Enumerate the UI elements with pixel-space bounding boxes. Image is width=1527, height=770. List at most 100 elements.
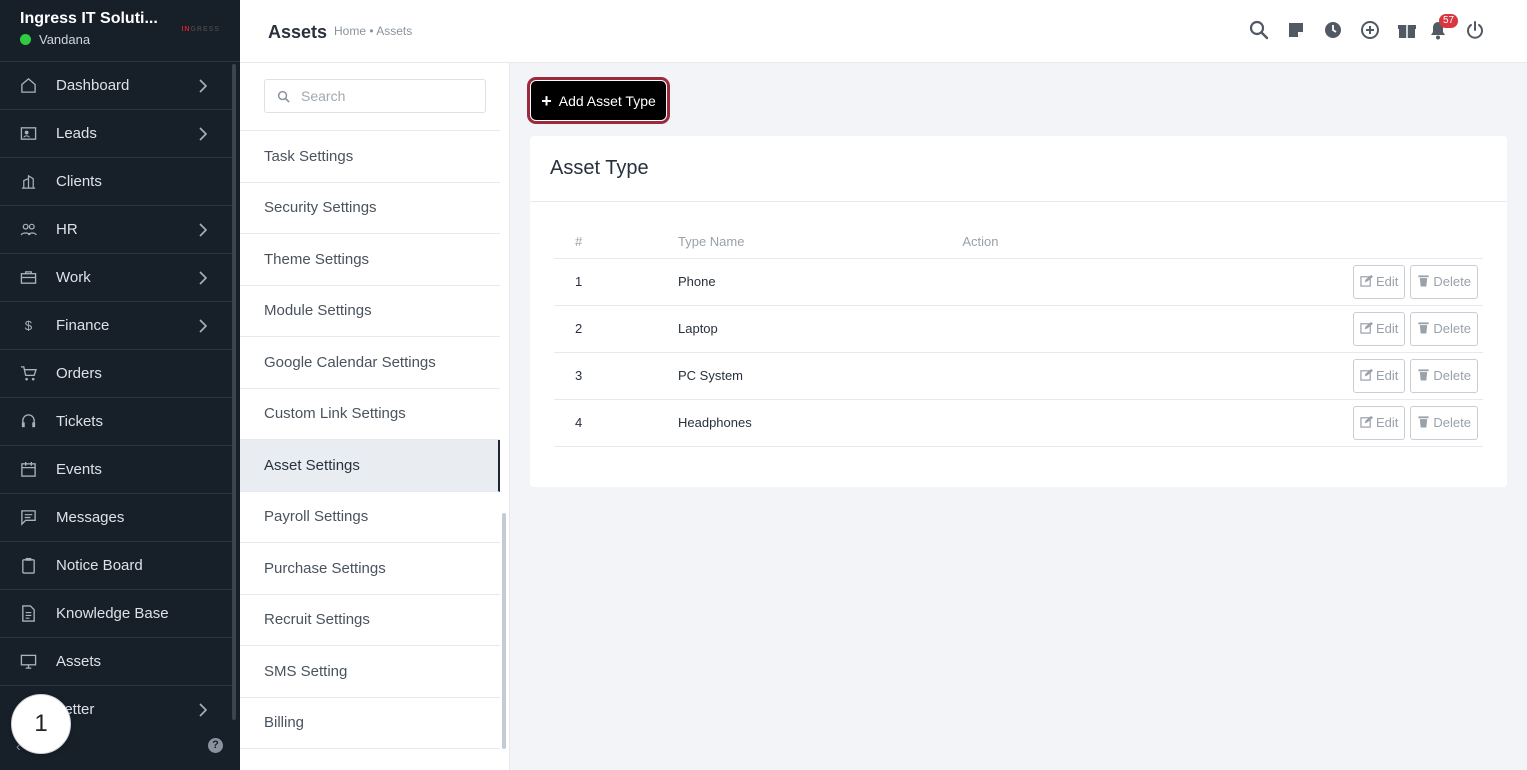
edit-label: Edit bbox=[1376, 321, 1399, 336]
settings-item-sms-setting[interactable]: SMS Setting bbox=[240, 646, 500, 698]
sidebar-item-finance[interactable]: $ Finance bbox=[0, 302, 232, 350]
user-name: Vandana bbox=[39, 32, 91, 47]
chat-icon bbox=[18, 508, 38, 528]
column-header-action: Action bbox=[962, 226, 1483, 259]
sidebar-item-label: HR bbox=[56, 221, 78, 238]
dollar-icon: $ bbox=[18, 316, 38, 336]
type-name-cell: Phone bbox=[678, 258, 963, 306]
online-status-icon bbox=[20, 34, 31, 45]
search-icon[interactable] bbox=[1249, 20, 1269, 40]
sidebar-item-label: Orders bbox=[56, 365, 102, 382]
briefcase-icon bbox=[18, 268, 38, 288]
chevron-right-icon bbox=[198, 270, 208, 286]
id-card-icon bbox=[18, 124, 38, 144]
table-row: 3 PC System Edit Delete bbox=[554, 352, 1483, 400]
edit-icon bbox=[1360, 368, 1374, 384]
home-icon bbox=[18, 76, 38, 96]
brand-header[interactable]: Ingress IT Soluti... Vandana INGRESS bbox=[0, 0, 240, 62]
card-title: Asset Type bbox=[530, 136, 1507, 202]
add-asset-type-highlight: + Add Asset Type bbox=[527, 77, 670, 124]
settings-scrollbar[interactable] bbox=[502, 513, 506, 749]
sidebar-item-orders[interactable]: Orders bbox=[0, 350, 232, 398]
sidebar-item-label: Leads bbox=[56, 125, 97, 142]
edit-button[interactable]: Edit bbox=[1353, 405, 1406, 440]
settings-search[interactable] bbox=[264, 79, 486, 113]
edit-button[interactable]: Edit bbox=[1353, 311, 1406, 346]
settings-item-google-calendar-settings[interactable]: Google Calendar Settings bbox=[240, 337, 500, 389]
chevron-right-icon bbox=[198, 126, 208, 142]
row-number: 4 bbox=[554, 399, 678, 447]
settings-item-billing[interactable]: Billing bbox=[240, 698, 500, 749]
sidebar-item-label: Work bbox=[56, 269, 91, 286]
sidebar-item-notice-board[interactable]: Notice Board bbox=[0, 542, 232, 590]
delete-button[interactable]: Delete bbox=[1410, 311, 1478, 346]
power-icon[interactable] bbox=[1465, 20, 1485, 40]
sidebar-item-dashboard[interactable]: Dashboard bbox=[0, 62, 232, 110]
row-number: 3 bbox=[554, 352, 678, 400]
sidebar-item-tickets[interactable]: Tickets bbox=[0, 398, 232, 446]
action-cell: Edit Delete bbox=[962, 399, 1483, 447]
plus-icon: + bbox=[541, 90, 552, 111]
sidebar-item-knowledge-base[interactable]: Knowledge Base bbox=[0, 590, 232, 638]
bell-icon[interactable]: 57 bbox=[1428, 14, 1459, 40]
delete-label: Delete bbox=[1433, 415, 1471, 430]
sidebar-item-assets[interactable]: Assets bbox=[0, 638, 232, 686]
add-circle-icon[interactable] bbox=[1360, 20, 1380, 40]
table-row: 1 Phone Edit Delete bbox=[554, 258, 1483, 306]
settings-search-input[interactable] bbox=[265, 80, 485, 112]
sidebar-item-messages[interactable]: Messages bbox=[0, 494, 232, 542]
trash-icon bbox=[1417, 274, 1430, 290]
settings-item-custom-link-settings[interactable]: Custom Link Settings bbox=[240, 389, 500, 440]
add-asset-type-button[interactable]: + Add Asset Type bbox=[531, 81, 666, 120]
delete-button[interactable]: Delete bbox=[1410, 358, 1478, 393]
column-header-type-name: Type Name bbox=[678, 226, 963, 259]
delete-label: Delete bbox=[1433, 321, 1471, 336]
settings-item-theme-settings[interactable]: Theme Settings bbox=[240, 234, 500, 286]
type-name-cell: Headphones bbox=[678, 399, 963, 447]
gift-icon[interactable] bbox=[1397, 20, 1416, 40]
add-asset-type-label: Add Asset Type bbox=[558, 92, 656, 109]
sidebar-item-label: Clients bbox=[56, 173, 102, 190]
clock-icon[interactable] bbox=[1323, 20, 1343, 40]
sidebar-item-work[interactable]: Work bbox=[0, 254, 232, 302]
trash-icon bbox=[1417, 415, 1430, 431]
sidebar-item-label: Dashboard bbox=[56, 77, 130, 94]
help-icon[interactable]: ? bbox=[208, 738, 223, 753]
breadcrumb[interactable]: Home • Assets bbox=[334, 24, 412, 38]
settings-item-asset-settings[interactable]: Asset Settings bbox=[240, 440, 500, 492]
settings-item-module-settings[interactable]: Module Settings bbox=[240, 286, 500, 337]
sidebar-scrollbar[interactable] bbox=[232, 64, 236, 720]
delete-label: Delete bbox=[1433, 368, 1471, 383]
edit-button[interactable]: Edit bbox=[1353, 358, 1406, 393]
edit-label: Edit bbox=[1376, 415, 1399, 430]
column-header-number: # bbox=[554, 226, 678, 259]
delete-label: Delete bbox=[1433, 274, 1471, 289]
sidebar-item-label: Assets bbox=[56, 653, 102, 670]
action-cell: Edit Delete bbox=[962, 305, 1483, 353]
settings-item-purchase-settings[interactable]: Purchase Settings bbox=[240, 543, 500, 595]
settings-list: Task Settings Security Settings Theme Sett… bbox=[240, 130, 500, 749]
cart-icon bbox=[18, 364, 38, 384]
people-icon bbox=[18, 220, 38, 240]
edit-icon bbox=[1360, 321, 1374, 337]
sidebar-item-events[interactable]: Events bbox=[0, 446, 232, 494]
chevron-right-icon bbox=[198, 78, 208, 94]
settings-item-security-settings[interactable]: Security Settings bbox=[240, 183, 500, 234]
document-icon bbox=[18, 604, 38, 624]
asset-type-table: # Type Name Action 1 Phone Edit Delete 2 Lapt… bbox=[554, 226, 1483, 447]
sidebar-item-hr[interactable]: HR bbox=[0, 206, 232, 254]
sidebar-item-clients[interactable]: Clients bbox=[0, 158, 232, 206]
sticky-note-icon[interactable] bbox=[1286, 20, 1306, 40]
edit-button[interactable]: Edit bbox=[1353, 264, 1406, 299]
delete-button[interactable]: Delete bbox=[1410, 405, 1478, 440]
sidebar-item-leads[interactable]: Leads bbox=[0, 110, 232, 158]
sidebar-item-label: Knowledge Base bbox=[56, 605, 169, 622]
settings-item-payroll-settings[interactable]: Payroll Settings bbox=[240, 492, 500, 543]
calendar-icon bbox=[18, 460, 38, 480]
settings-item-recruit-settings[interactable]: Recruit Settings bbox=[240, 595, 500, 646]
delete-button[interactable]: Delete bbox=[1410, 264, 1478, 299]
company-logo: INGRESS bbox=[181, 26, 220, 33]
settings-item-task-settings[interactable]: Task Settings bbox=[240, 131, 500, 183]
building-icon bbox=[18, 172, 38, 192]
notification-badge: 57 bbox=[1439, 14, 1459, 28]
